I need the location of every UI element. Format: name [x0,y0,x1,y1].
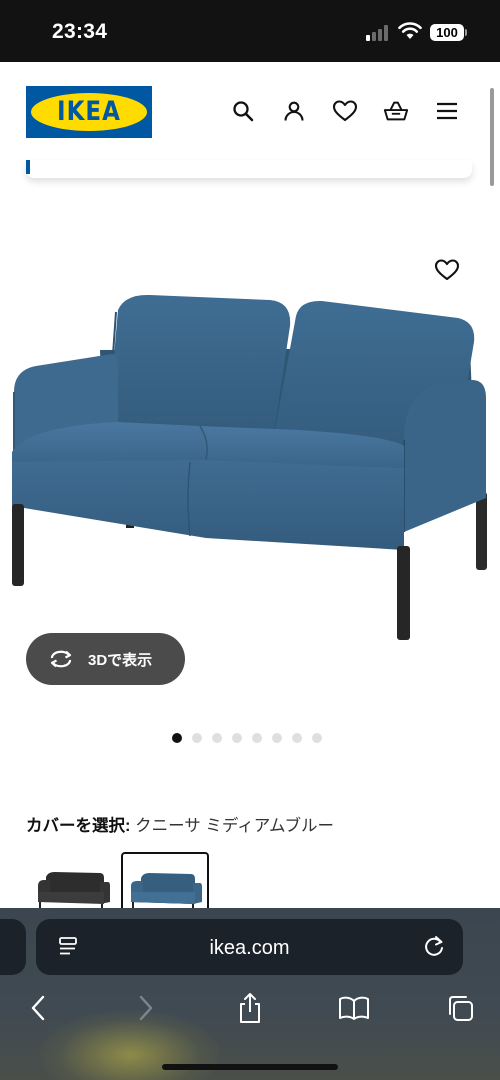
page-scrollbar[interactable] [490,88,494,186]
back-icon [31,995,45,1021]
add-to-favorites-button[interactable] [434,258,460,284]
carousel-dot[interactable] [172,733,182,743]
carousel-dot[interactable] [272,733,282,743]
reload-icon[interactable] [423,934,445,958]
share-icon [240,993,260,1023]
forward-button[interactable] [128,990,164,1026]
cart-icon[interactable] [383,98,409,124]
cover-label: カバーを選択: [26,817,131,835]
search-icon[interactable] [230,98,256,124]
view-in-3d-button[interactable]: 3Dで表示 [26,633,185,685]
carousel-dot[interactable] [212,733,222,743]
logo-oval: IKEA [31,93,147,131]
status-bar: 23:34 100 [0,0,500,62]
carousel-dot[interactable] [292,733,302,743]
product-image[interactable] [0,230,500,650]
wifi-icon [398,22,422,39]
collapsed-panel[interactable] [26,160,472,178]
battery-tip [465,29,467,36]
carousel-dot[interactable] [232,733,242,743]
account-icon[interactable] [281,98,307,124]
carousel-dot[interactable] [312,733,322,743]
logo-text: IKEA [57,97,121,127]
favorites-icon[interactable] [332,98,358,124]
carousel-dot[interactable] [252,733,262,743]
cover-value: クニーサ ミディアムブルー [135,817,335,835]
menu-icon[interactable] [434,98,460,124]
rotate-3d-icon [48,649,74,669]
ikea-logo[interactable]: IKEA [26,86,152,138]
carousel-dots [172,733,322,743]
url-text[interactable]: ikea.com [36,937,463,960]
home-indicator[interactable] [162,1064,338,1070]
bookmarks-button[interactable] [336,990,372,1026]
back-button[interactable] [20,990,56,1026]
signal-icon [366,25,390,41]
forward-icon [139,995,153,1021]
bookmarks-icon [339,996,369,1020]
heart-icon [434,259,460,281]
address-bar[interactable]: ikea.com [36,919,463,975]
battery-icon: 100 [430,24,464,41]
site-header: IKEA [0,62,500,162]
tabs-button[interactable] [442,990,478,1026]
cover-selector: カバーを選択: クニーサ ミディアムブルー [26,812,334,836]
tabs-icon [449,996,473,1021]
view-in-3d-label: 3Dで表示 [88,651,153,669]
share-button[interactable] [232,990,268,1026]
previous-tab-edge[interactable] [0,919,26,975]
carousel-dot[interactable] [192,733,202,743]
status-time: 23:34 [52,20,108,43]
panel-accent [26,160,30,174]
